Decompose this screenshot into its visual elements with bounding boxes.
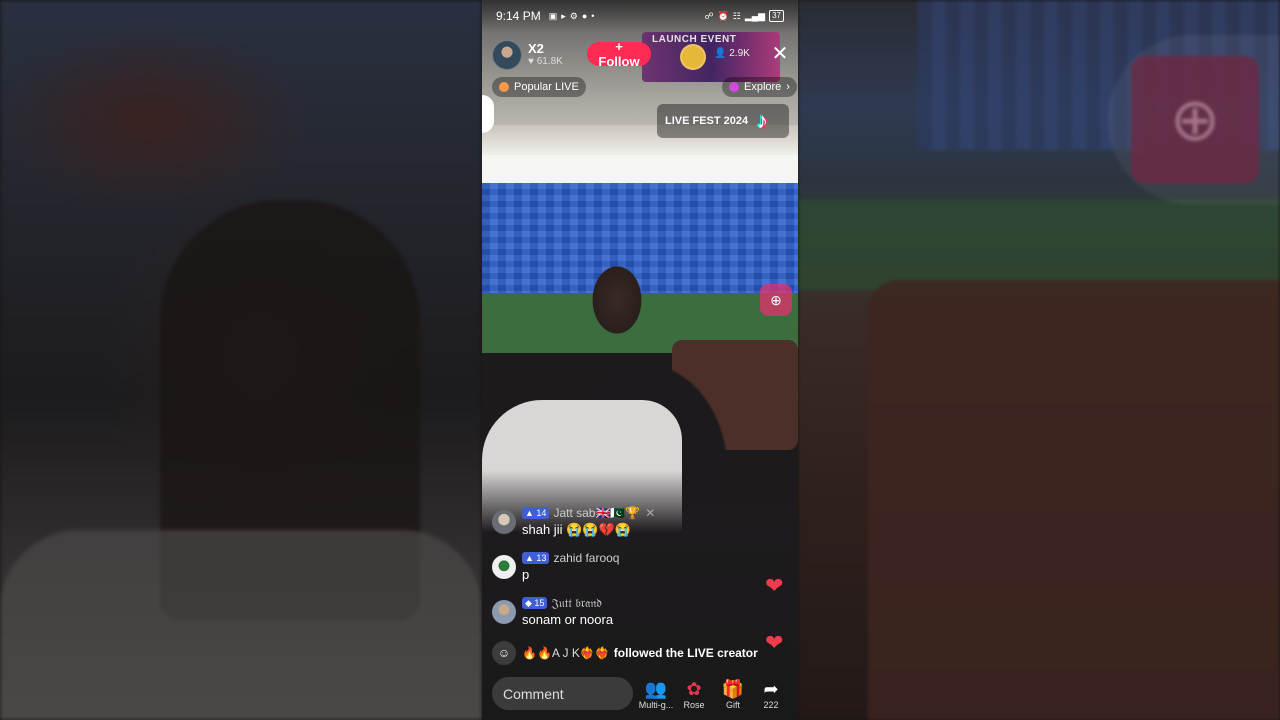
explore-label: Explore: [744, 81, 782, 93]
comment-item[interactable]: ▲ 14 Jatt sab🇬🇧🇵🇰🏆 ✕ shah jii 😭😭💔😭: [492, 506, 655, 538]
comment-avatar[interactable]: [492, 600, 516, 624]
viewer-count-value: 2.9K: [729, 48, 750, 59]
multi-guest-icon: 👥: [644, 679, 668, 699]
host-info[interactable]: X2 ♥ 61.8K: [492, 40, 563, 70]
event-banner: LAUNCH EVENT: [642, 32, 780, 82]
app-icon: ⚙: [569, 10, 578, 21]
host-likes: ♥ 61.8K: [528, 55, 563, 68]
status-bar: 9:14 PM ▣ ▸ ⚙ ● • ☍ ⏰ ☷ ▂▄▆ 37: [482, 0, 798, 32]
share-icon: ➦: [763, 679, 779, 699]
signal-icon: ▂▄▆: [744, 10, 766, 21]
host-meta: X2 ♥ 61.8K: [528, 42, 563, 68]
comment-avatar[interactable]: [492, 555, 516, 579]
explore-pill[interactable]: Explore ›: [722, 77, 797, 97]
notification-icons: ▣ ▸ ⚙ ● •: [549, 11, 595, 22]
multi-guest-label: Multi-g...: [638, 700, 674, 710]
chevron-right-icon: ›: [786, 81, 790, 93]
follow-text: followed the LIVE creator: [613, 646, 758, 660]
heart-small-icon: ♥: [528, 56, 534, 67]
live-fest-label: LIVE FEST 2024: [665, 115, 749, 127]
person-icon: 👤: [714, 48, 727, 59]
host-name: X2: [528, 41, 544, 56]
comment-body: ◆ 15 𝔍𝔲𝔱𝔱 𝔟𝔯𝔞𝔫𝔡 sonam or noora: [522, 596, 613, 627]
comment-body: ▲ 13 zahid farooq p: [522, 551, 619, 582]
tiktok-logo-icon: ♪: [757, 108, 768, 133]
gift-icon: 🎁: [721, 679, 745, 699]
comment-body: ▲ 14 Jatt sab🇬🇧🇵🇰🏆 ✕ shah jii 😭😭💔😭: [522, 506, 655, 538]
explore-icon: [729, 82, 739, 92]
rose-button[interactable]: ✿ Rose: [676, 678, 712, 710]
gift-button[interactable]: 🎁 Gift: [715, 678, 751, 710]
rose-icon: ✿: [686, 679, 702, 699]
live-fest-card[interactable]: LIVE FEST 2024 ♪: [657, 104, 789, 138]
follow-notification: ☺ 🔥🔥A J K❤️‍🔥❤️‍🔥 followed the LIVE crea…: [492, 641, 758, 665]
follower-username[interactable]: 🔥🔥A J K❤️‍🔥❤️‍🔥: [522, 646, 610, 660]
host-avatar[interactable]: [492, 40, 522, 70]
top-viewer-avatar[interactable]: [680, 44, 706, 70]
comment-header: ▲ 13 zahid farooq: [522, 551, 619, 565]
level-badge: ▲ 13: [522, 552, 550, 564]
phone-screen: 9:14 PM ▣ ▸ ⚙ ● • ☍ ⏰ ☷ ▂▄▆ 37 X2 ♥ 61.8…: [482, 0, 798, 720]
dot-icon: ●: [581, 11, 588, 21]
status-time: 9:14 PM: [496, 9, 541, 23]
person-follow-icon: ☺: [492, 641, 516, 665]
comment-text: shah jii 😭😭💔😭: [522, 522, 631, 537]
headphones-icon: ☍: [704, 10, 714, 21]
host-likes-count: 61.8K: [536, 56, 563, 67]
share-count: 222: [763, 700, 779, 710]
comment-text: sonam or noora: [522, 612, 614, 627]
share-button[interactable]: ➦ 222: [753, 678, 789, 710]
blurred-chair: [868, 280, 1280, 720]
blurred-field: [798, 200, 1280, 290]
gift-label: Gift: [725, 700, 740, 710]
popular-live-pill[interactable]: Popular LIVE: [492, 77, 586, 97]
level-badge: ◆ 15: [522, 597, 548, 609]
comment-username[interactable]: 𝔍𝔲𝔱𝔱 𝔟𝔯𝔞𝔫𝔡: [551, 596, 601, 611]
follow-button[interactable]: + Follow: [587, 39, 651, 69]
close-icon[interactable]: ✕: [770, 44, 790, 64]
heart-icon: [499, 82, 509, 92]
blurred-background-left: [0, 0, 482, 720]
zoom-in-icon[interactable]: ⊕: [760, 284, 792, 316]
alarm-icon: ⏰: [717, 10, 729, 21]
more-dot-icon: •: [591, 11, 595, 21]
video-lights: [482, 155, 798, 183]
comment-item[interactable]: ◆ 15 𝔍𝔲𝔱𝔱 𝔟𝔯𝔞𝔫𝔡 sonam or noora: [492, 596, 613, 627]
comment-header: ▲ 14 Jatt sab🇬🇧🇵🇰🏆 ✕: [522, 506, 655, 520]
comment-avatar[interactable]: [492, 510, 516, 534]
blurred-background-right: ⊕: [798, 0, 1280, 720]
blurred-zoom-icon: ⊕: [1131, 56, 1259, 184]
video-call-icon: ▸: [561, 10, 566, 21]
vpn-icon: ▣: [548, 10, 558, 21]
multi-guest-button[interactable]: 👥 Multi-g...: [638, 678, 674, 710]
floating-heart-icon: ❤: [765, 630, 784, 655]
popular-live-label: Popular LIVE: [514, 81, 579, 93]
side-drawer-handle[interactable]: [482, 95, 494, 133]
comment-input[interactable]: [492, 677, 633, 710]
wifi-icon: ☷: [732, 10, 741, 21]
comment-item[interactable]: ▲ 13 zahid farooq p: [492, 551, 619, 582]
system-icons: ☍ ⏰ ☷ ▂▄▆ 37: [704, 10, 784, 22]
level-badge: ▲ 14: [522, 507, 550, 519]
swords-icon: ✕: [645, 506, 656, 520]
comment-username[interactable]: Jatt sab🇬🇧🇵🇰🏆: [553, 506, 640, 520]
comment-username[interactable]: zahid farooq: [553, 551, 619, 565]
comment-text: p: [522, 567, 530, 582]
battery-icon: 37: [769, 10, 784, 22]
rose-label: Rose: [683, 700, 705, 710]
floating-heart-icon: ❤: [765, 573, 784, 598]
viewer-count[interactable]: 👤 2.9K: [714, 48, 750, 59]
blurred-seat-shape: [0, 530, 482, 720]
comment-header: ◆ 15 𝔍𝔲𝔱𝔱 𝔟𝔯𝔞𝔫𝔡: [522, 596, 613, 610]
